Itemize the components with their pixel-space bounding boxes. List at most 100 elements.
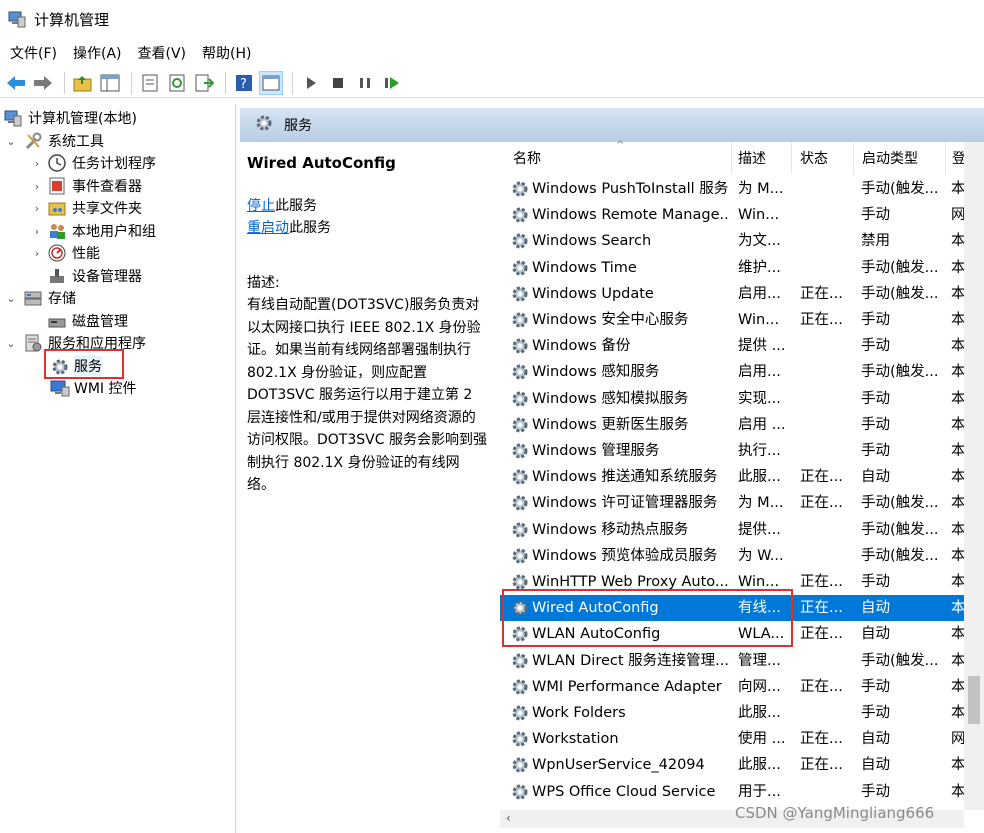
stop-icon[interactable] [326,71,350,95]
service-row[interactable]: Windows 预览体验成员服务 为 W... 手动(触发... 本 [500,543,964,569]
service-startup-type: 自动 [861,731,890,748]
tree-item-services[interactable]: 服务 [50,355,102,377]
service-row[interactable]: Work Folders 此服... 手动 本 [500,700,964,726]
chevron-right-icon[interactable]: › [30,247,44,260]
service-row[interactable]: WpnUserService_42094 此服... 正在... 自动 本 [500,752,964,778]
service-name: Windows 感知模拟服务 [532,390,689,407]
export-icon[interactable] [192,71,216,95]
show-tree-icon[interactable] [98,71,122,95]
column-header-name[interactable]: 名称 ^ [500,140,732,174]
service-description: 此服... [738,757,781,774]
service-row[interactable]: Windows Update 启用... 正在... 手动(触发... 本 [500,281,964,307]
service-logon: 本 [951,443,964,459]
service-row[interactable]: Windows 安全中心服务 Win... 正在... 手动 本 [500,307,964,333]
play-icon[interactable] [299,71,323,95]
service-row[interactable]: Windows 更新医生服务 启用 ... 手动 本 [500,412,964,438]
tree-item-computer-management[interactable]: 计算机管理(本地) [4,107,137,129]
service-row[interactable]: WLAN AutoConfig WLA... 正在... 自动 本 [500,621,964,647]
column-header-logon[interactable]: 登 [946,142,966,174]
chevron-down-icon[interactable]: ⌄ [4,337,18,350]
service-row[interactable]: Windows PushToInstall 服务为 M... 手动(触发... 本 [500,176,964,202]
service-row[interactable]: Windows Remote Manage... Win... 手动 网 [500,202,964,228]
service-row[interactable]: Windows 管理服务 执行... 手动 本 [500,438,964,464]
service-status [800,386,852,412]
chevron-right-icon[interactable]: › [30,157,44,170]
gear-icon [510,624,530,644]
service-row[interactable]: Windows 备份 提供 ... 手动 本 [500,333,964,359]
service-name: Workstation [532,731,619,748]
back-icon[interactable] [4,71,28,95]
help-icon[interactable]: ? [232,71,256,95]
gear-icon [510,231,530,251]
service-name: Wired AutoConfig [532,600,659,617]
service-row[interactable]: WLAN Direct 服务连接管理... 管理... 手动(触发... 本 [500,648,964,674]
tree-item-shared-folders[interactable]: › 共享文件夹 [30,197,142,219]
service-status [800,333,852,359]
column-header-startup-type[interactable]: 启动类型 [854,142,946,174]
service-description-panel: Wired AutoConfig 停止此服务 重启动此服务 描述: 有线自动配置… [240,142,494,833]
service-row[interactable]: Windows 许可证管理器服务 为 M... 正在... 手动(触发... 本 [500,490,964,516]
toolbar-separator [292,71,293,94]
service-row[interactable]: Windows Time 维护... 手动(触发... 本 [500,255,964,281]
service-row[interactable]: Windows Search 为文... 禁用 本 [500,228,964,254]
service-logon: 本 [951,521,964,538]
tree-item-device-manager[interactable]: 设备管理器 [48,265,142,287]
tree-item-performance[interactable]: › 性能 [30,242,100,264]
service-name: Windows Search [532,233,652,250]
chevron-right-icon[interactable]: › [30,225,44,238]
tree-item-local-users[interactable]: › 本地用户和组 [30,220,156,242]
chevron-right-icon[interactable]: › [30,180,44,193]
stop-service-link[interactable]: 停止 [247,198,275,214]
chevron-down-icon[interactable]: ⌄ [4,292,18,305]
service-name: WLAN AutoConfig [532,626,661,643]
service-row[interactable]: Wired AutoConfig 有线... 正在... 自动 本 [500,595,964,622]
forward-icon[interactable] [31,71,55,95]
tree-item-system-tools[interactable]: ⌄ 系统工具 [4,130,104,152]
pause-icon[interactable] [353,71,377,95]
tree-item-task-scheduler[interactable]: › 任务计划程序 [30,152,156,174]
service-logon: 本 [951,469,964,486]
vertical-scrollbar[interactable] [964,142,984,810]
shared-folder-icon [48,199,66,217]
column-header-description[interactable]: 描述 [732,142,792,174]
service-row[interactable]: Windows 感知服务 启用... 手动(触发... 本 [500,359,964,385]
tree-item-disk-management[interactable]: 磁盘管理 [48,310,128,332]
column-header-status[interactable]: 状态 [792,142,854,174]
scrollbar-thumb[interactable] [968,676,980,724]
service-row[interactable]: Windows 推送通知系统服务 此服... 正在... 自动 本 [500,464,964,490]
service-status [800,412,852,438]
watermark: CSDN @YangMingliang666 [735,804,935,822]
tree-item-services-and-apps[interactable]: ⌄ 服务和应用程序 [4,332,146,354]
service-row[interactable]: WPS Office Cloud Service 用于... 手动 本 [500,779,964,805]
service-startup-type: 手动 [861,207,890,224]
tree-item-wmi-control[interactable]: WMI 控件 [50,377,137,399]
service-row[interactable]: WMI Performance Adapter 向网... 正在... 手动 本 [500,674,964,700]
restart-service-link[interactable]: 重启动 [247,220,289,236]
console-icon[interactable] [259,70,283,95]
gear-icon [510,415,530,435]
service-row[interactable]: Workstation 使用 ... 正在... 自动 网 [500,726,964,752]
scroll-left-icon[interactable]: ‹ [506,811,511,825]
tree-item-event-viewer[interactable]: › 事件查看器 [30,175,142,197]
service-description: 维护... [738,259,781,276]
service-logon: 本 [951,416,964,433]
service-description: Win... [738,207,780,224]
properties-icon[interactable] [138,71,162,95]
gear-icon [510,467,530,487]
menu-file[interactable]: 文件(F) [4,43,63,63]
service-description: 使用 ... [738,731,786,748]
tree-item-storage[interactable]: ⌄ 存储 [4,287,76,309]
chevron-down-icon[interactable]: ⌄ [4,135,18,148]
menu-help[interactable]: 帮助(H) [196,43,257,63]
service-row[interactable]: Windows 移动热点服务 提供... 手动(触发... 本 [500,517,964,543]
service-status: 正在... [800,600,843,617]
menu-action[interactable]: 操作(A) [67,43,128,63]
menu-view[interactable]: 查看(V) [132,43,193,63]
chevron-right-icon[interactable]: › [30,202,44,215]
service-row[interactable]: Windows 感知模拟服务 实现... 手动 本 [500,386,964,412]
refresh-icon[interactable] [165,71,189,95]
service-description: WLA... [738,626,785,643]
up-folder-icon[interactable] [71,71,95,95]
restart-icon[interactable] [380,71,404,95]
service-row[interactable]: WinHTTP Web Proxy Auto... Win... 正在... 手动 本 [500,569,964,595]
